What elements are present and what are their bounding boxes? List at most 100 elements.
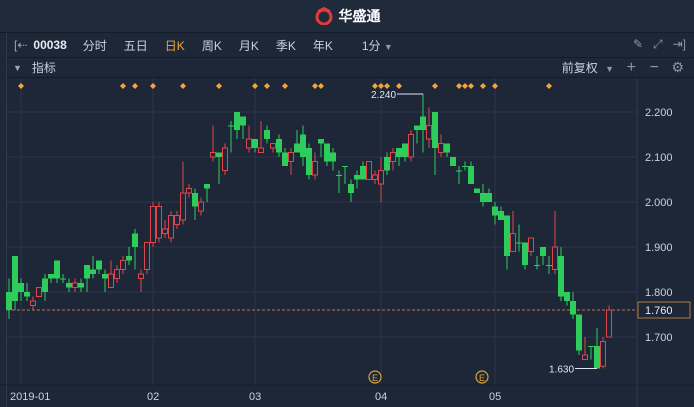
event-marker-icon: [546, 83, 552, 89]
max-price-label: 2.240: [371, 90, 396, 101]
event-marker-icon: [252, 83, 258, 89]
candle-body-down: [396, 148, 402, 157]
candle-body-down: [450, 157, 456, 166]
candle-body-down: [276, 139, 282, 153]
candle-body-down: [228, 125, 234, 127]
event-marker-icon: [396, 83, 402, 89]
candle-body-down: [558, 256, 564, 297]
x-tick-label: 04: [375, 391, 387, 403]
candle-body-up: [372, 174, 378, 180]
candle-body-up: [390, 152, 396, 162]
candle-body-down: [414, 125, 420, 130]
candle-body-down: [192, 193, 198, 207]
candle-body-up: [156, 206, 162, 239]
candle-body-down: [90, 269, 96, 274]
candle-body-down: [336, 175, 342, 176]
candlestick-chart[interactable]: 2.200 2.100 2.000 1.900 1.800 1.700 2019-01 02 0…: [0, 0, 694, 407]
event-marker-icon: [180, 83, 186, 89]
candle-body-up: [30, 300, 36, 306]
candle-body-down: [594, 346, 600, 369]
event-marker-icon: [468, 83, 474, 89]
candle-body-up: [180, 192, 186, 221]
candle-body-up: [114, 269, 120, 279]
candle-body-down: [570, 301, 576, 315]
candle-body-down: [540, 247, 546, 256]
candle-body-up: [366, 161, 372, 180]
candle-body-down: [480, 193, 486, 202]
candle-body-down: [126, 256, 132, 261]
x-tick-label: 03: [249, 391, 261, 403]
candle-body-up: [288, 152, 294, 162]
earnings-marker-label: E: [372, 373, 378, 383]
candle-body-down: [264, 130, 270, 139]
candle-body-down: [240, 116, 246, 126]
candle-body-down: [522, 242, 528, 265]
candle-body-down: [300, 134, 306, 157]
candle-body-down: [576, 314, 582, 351]
candle-body-up: [72, 282, 78, 288]
event-marker-icon: [216, 83, 222, 89]
candle-body-down: [564, 292, 570, 301]
earnings-marker-label: E: [479, 373, 485, 383]
candle-body-down: [456, 170, 462, 172]
candle-body-down: [42, 278, 48, 292]
candle-body-down: [492, 206, 498, 216]
event-marker-icon: [132, 83, 138, 89]
event-marker-icon: [492, 83, 498, 89]
candle-body-up: [312, 161, 318, 176]
candle-body-down: [474, 188, 480, 193]
candle-body-up: [600, 341, 606, 367]
event-marker-icon: [480, 83, 486, 89]
candle-body-up: [138, 273, 144, 279]
candle-body-down: [204, 184, 210, 189]
candle-body-up: [246, 138, 252, 149]
candle-body-up: [162, 228, 168, 234]
candle-body-down: [318, 139, 324, 144]
candle-body-down: [432, 112, 438, 148]
candle-body-up: [36, 287, 42, 297]
candle-body-down: [60, 278, 66, 280]
candle-body-up: [426, 125, 432, 140]
candle-body-down: [420, 116, 426, 130]
candle-body-down: [348, 184, 354, 193]
y-tick-label: 1.700: [645, 332, 673, 344]
event-marker-icon: [120, 83, 126, 89]
y-tick-label: 1.900: [645, 242, 673, 254]
candle-body-down: [252, 139, 258, 148]
candle-body-down: [234, 112, 240, 130]
candle-body-up: [408, 134, 414, 158]
candle-body-down: [324, 143, 330, 162]
candle-body-down: [360, 166, 366, 180]
candle-body-down: [132, 233, 138, 247]
event-marker-icon: [318, 83, 324, 89]
candle-body-up: [582, 354, 588, 360]
candle-body-down: [516, 242, 522, 244]
candle-body-down: [306, 148, 312, 175]
candle-body-down: [294, 143, 300, 153]
event-marker-icon: [264, 83, 270, 89]
candle-body-down: [66, 283, 72, 288]
candle-body-down: [354, 175, 360, 180]
candle-body-up: [198, 201, 204, 212]
event-marker-icon: [18, 83, 24, 89]
candle-body-down: [462, 166, 468, 167]
x-tick-label: 02: [147, 391, 159, 403]
current-price-label: 1.760: [645, 305, 673, 317]
candle-body-down: [18, 283, 24, 292]
candle-body-down: [546, 265, 552, 266]
event-marker-icon: [150, 83, 156, 89]
candle-body-down: [78, 283, 84, 288]
candle-body-up: [120, 260, 126, 270]
candle-body-up: [186, 188, 192, 194]
candle-body-down: [24, 292, 30, 297]
candle-body-up: [150, 206, 156, 243]
event-marker-icon: [312, 83, 318, 89]
candle-body-down: [84, 265, 90, 279]
candle-body-down: [534, 265, 540, 266]
candle-body-down: [486, 193, 492, 202]
y-tick-label: 2.100: [645, 152, 673, 164]
candle-body-up: [552, 246, 558, 270]
candle-body-up: [378, 170, 384, 185]
candle-body-up: [438, 143, 444, 153]
candle-body-down: [330, 152, 336, 162]
